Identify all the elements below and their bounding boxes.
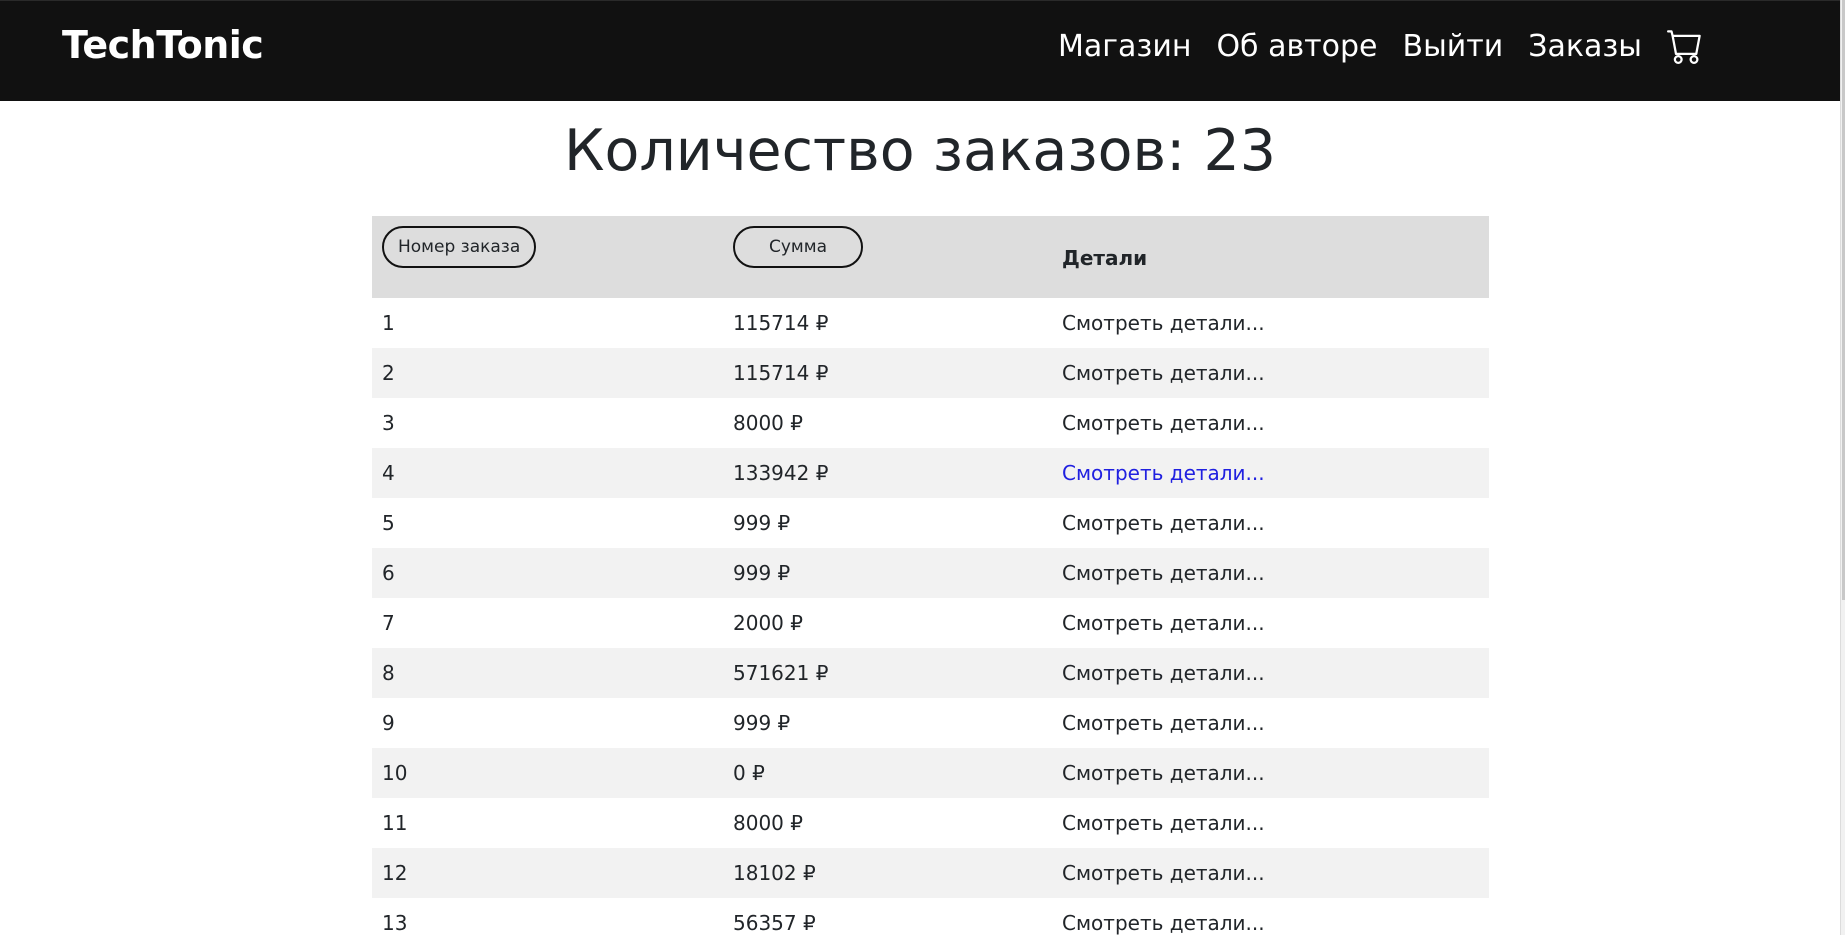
order-number-cell: 1 — [382, 311, 395, 335]
order-details-cell: Смотреть детали... — [1062, 598, 1489, 648]
table-row: 12 18102 ₽ Смотреть детали... — [372, 848, 1489, 898]
order-number-cell: 5 — [382, 511, 395, 535]
table-row: 7 2000 ₽ Смотреть детали... — [372, 598, 1489, 648]
order-sum-cell: 999 ₽ — [733, 511, 791, 535]
order-details-cell: Смотреть детали... — [1062, 698, 1489, 748]
header-order-number: Номер заказа — [372, 216, 733, 298]
order-sum-cell: 56357 ₽ — [733, 911, 816, 935]
table-row: 11 8000 ₽ Смотреть детали... — [372, 798, 1489, 848]
order-details-cell: Смотреть детали... — [1062, 648, 1489, 698]
order-details-cell: Смотреть детали... — [1062, 748, 1489, 798]
order-details-cell: Смотреть детали... — [1062, 298, 1489, 348]
header-sum: Сумма — [733, 216, 1062, 298]
order-number-cell: 9 — [382, 711, 395, 735]
order-sum-cell: 8000 ₽ — [733, 811, 803, 835]
order-sum-cell: 115714 ₽ — [733, 361, 829, 385]
order-sum-cell: 133942 ₽ — [733, 461, 829, 485]
sort-by-order-number-button[interactable]: Номер заказа — [382, 226, 537, 268]
view-details-link[interactable]: Смотреть детали... — [1062, 311, 1265, 335]
order-details-cell: Смотреть детали... — [1062, 398, 1489, 448]
order-details-cell: Смотреть детали... — [1062, 448, 1489, 498]
table-row: 1 115714 ₽ Смотреть детали... — [372, 298, 1489, 348]
nav-link-about[interactable]: Об авторе — [1216, 29, 1377, 64]
view-details-link[interactable]: Смотреть детали... — [1062, 461, 1265, 485]
order-number-cell: 8 — [382, 661, 395, 685]
table-row: 2 115714 ₽ Смотреть детали... — [372, 348, 1489, 398]
order-sum-cell: 571621 ₽ — [733, 661, 829, 685]
orders-table-container: Номер заказа Сумма Детали 1 115714 ₽ Смотр… — [372, 216, 1489, 935]
view-details-link[interactable]: Смотреть детали... — [1062, 761, 1265, 785]
order-sum-cell: 999 ₽ — [733, 711, 791, 735]
header-row: Номер заказа Сумма Детали — [372, 216, 1489, 298]
view-details-link[interactable]: Смотреть детали... — [1062, 561, 1265, 585]
sort-by-sum-button[interactable]: Сумма — [733, 226, 863, 268]
order-number-cell: 7 — [382, 611, 395, 635]
table-row: 6 999 ₽ Смотреть детали... — [372, 548, 1489, 598]
view-details-link[interactable]: Смотреть детали... — [1062, 511, 1265, 535]
table-row: 13 56357 ₽ Смотреть детали... — [372, 898, 1489, 935]
view-details-link[interactable]: Смотреть детали... — [1062, 711, 1265, 735]
order-details-cell: Смотреть детали... — [1062, 798, 1489, 848]
order-number-cell: 11 — [382, 811, 408, 835]
order-details-cell: Смотреть детали... — [1062, 848, 1489, 898]
order-details-cell: Смотреть детали... — [1062, 348, 1489, 398]
view-details-link[interactable]: Смотреть детали... — [1062, 861, 1265, 885]
order-number-cell: 2 — [382, 361, 395, 385]
table-row: 3 8000 ₽ Смотреть детали... — [372, 398, 1489, 448]
orders-table: Номер заказа Сумма Детали 1 115714 ₽ Смотр… — [372, 216, 1489, 935]
view-details-link[interactable]: Смотреть детали... — [1062, 611, 1265, 635]
order-sum-cell: 999 ₽ — [733, 561, 791, 585]
order-number-cell: 6 — [382, 561, 395, 585]
order-sum-cell: 8000 ₽ — [733, 411, 803, 435]
cart-icon[interactable] — [1667, 28, 1703, 64]
order-count: 23 — [1203, 118, 1276, 184]
order-details-cell: Смотреть детали... — [1062, 548, 1489, 598]
order-sum-cell: 18102 ₽ — [733, 861, 816, 885]
header-details: Детали — [1062, 246, 1148, 270]
table-row: 9 999 ₽ Смотреть детали... — [372, 698, 1489, 748]
brand-logo[interactable]: TechTonic — [62, 23, 264, 67]
nav-links: Магазин Об авторе Выйти Заказы — [1033, 28, 1703, 64]
table-row: 8 571621 ₽ Смотреть детали... — [372, 648, 1489, 698]
navbar: TechTonic Магазин Об авторе Выйти Заказы — [0, 0, 1840, 101]
orders-table-header: Номер заказа Сумма Детали — [372, 216, 1489, 298]
view-details-link[interactable]: Смотреть детали... — [1062, 911, 1265, 935]
order-sum-cell: 2000 ₽ — [733, 611, 803, 635]
order-number-cell: 12 — [382, 861, 408, 885]
order-number-cell: 4 — [382, 461, 395, 485]
table-row: 4 133942 ₽ Смотреть детали... — [372, 448, 1489, 498]
view-details-link[interactable]: Смотреть детали... — [1062, 811, 1265, 835]
page-scrollbar[interactable] — [1840, 0, 1845, 935]
order-number-cell: 3 — [382, 411, 395, 435]
order-number-cell: 10 — [382, 761, 408, 785]
order-details-cell: Смотреть детали... — [1062, 898, 1489, 935]
order-details-cell: Смотреть детали... — [1062, 498, 1489, 548]
order-sum-cell: 115714 ₽ — [733, 311, 829, 335]
table-row: 10 0 ₽ Смотреть детали... — [372, 748, 1489, 798]
orders-table-body: 1 115714 ₽ Смотреть детали... 2 115714 ₽ Смот… — [372, 298, 1489, 935]
view-details-link[interactable]: Смотреть детали... — [1062, 661, 1265, 685]
page-title-label: Количество заказов: — [564, 118, 1186, 184]
page-title: Количество заказов: 23 — [0, 118, 1840, 184]
view-details-link[interactable]: Смотреть детали... — [1062, 411, 1265, 435]
order-number-cell: 13 — [382, 911, 408, 935]
nav-link-logout[interactable]: Выйти — [1402, 29, 1503, 64]
view-details-link[interactable]: Смотреть детали... — [1062, 361, 1265, 385]
table-row: 5 999 ₽ Смотреть детали... — [372, 498, 1489, 548]
order-sum-cell: 0 ₽ — [733, 761, 765, 785]
nav-link-orders[interactable]: Заказы — [1528, 29, 1642, 64]
nav-link-shop[interactable]: Магазин — [1058, 29, 1191, 64]
